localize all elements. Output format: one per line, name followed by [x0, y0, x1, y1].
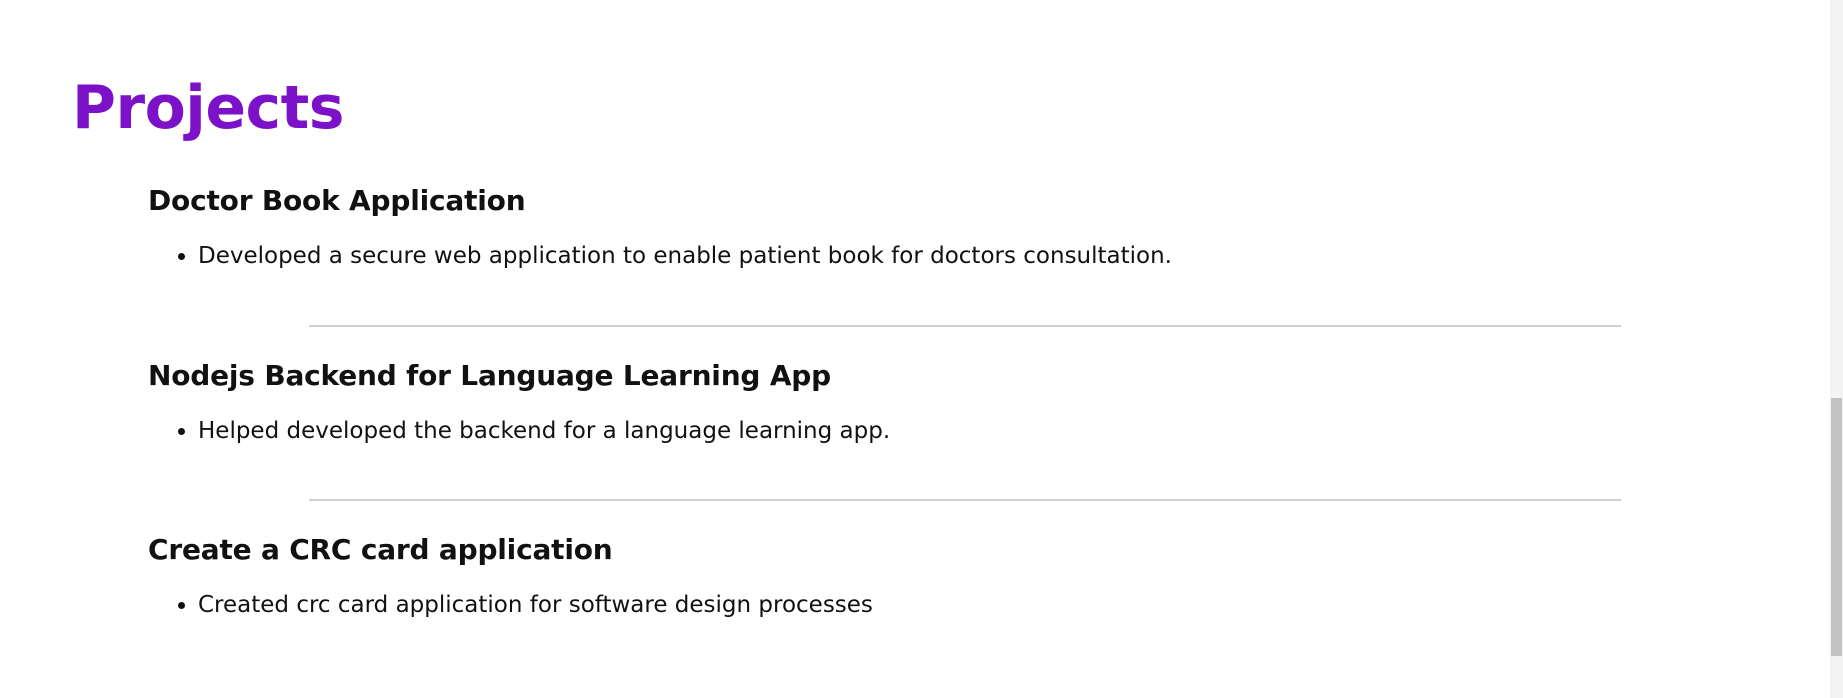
projects-page: Projects Doctor Book Application Develop… — [0, 0, 1843, 698]
project-bullets: Helped developed the backend for a langu… — [148, 416, 1608, 446]
project-bullets: Developed a secure web application to en… — [148, 241, 1608, 271]
project-item: Create a CRC card application Created cr… — [148, 532, 1608, 620]
project-title: Create a CRC card application — [148, 533, 613, 566]
project-title: Nodejs Backend for Language Learning App — [148, 359, 831, 392]
project-title: Doctor Book Application — [148, 184, 526, 217]
project-divider — [309, 499, 1621, 501]
project-bullets: Created crc card application for softwar… — [148, 590, 1608, 620]
project-divider — [309, 325, 1621, 327]
project-bullet: Developed a secure web application to en… — [198, 241, 1608, 271]
scrollbar-thumb[interactable] — [1831, 398, 1842, 656]
project-item: Doctor Book Application Developed a secu… — [148, 183, 1608, 271]
section-title: Projects — [72, 73, 345, 143]
vertical-scrollbar[interactable] — [1830, 0, 1843, 698]
project-bullet: Created crc card application for softwar… — [198, 590, 1608, 620]
project-item: Nodejs Backend for Language Learning App… — [148, 358, 1608, 446]
project-bullet: Helped developed the backend for a langu… — [198, 416, 1608, 446]
